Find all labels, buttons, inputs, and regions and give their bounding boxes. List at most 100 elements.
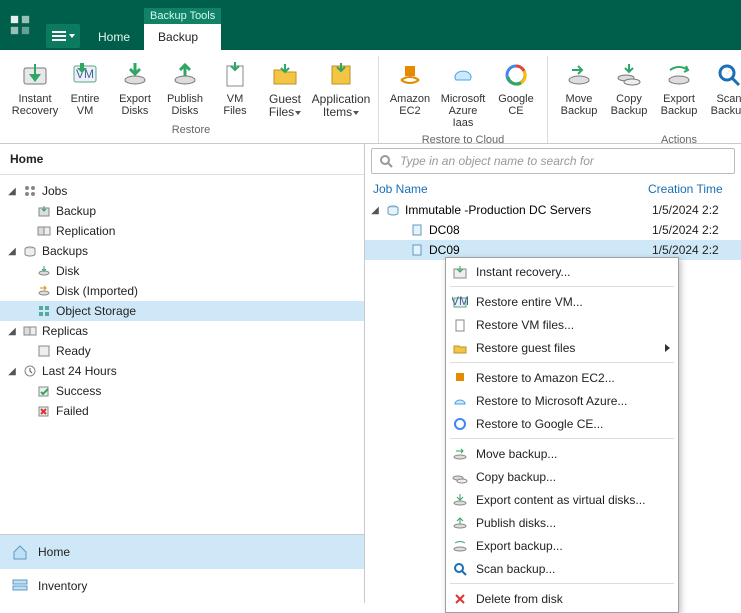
tree-node-last24[interactable]: ◢Last 24 Hours bbox=[0, 361, 364, 381]
instant-recovery-button[interactable]: Instant Recovery bbox=[10, 56, 60, 122]
entire-vm-button[interactable]: VMEntire VM bbox=[60, 56, 110, 122]
expander-icon[interactable]: ◢ bbox=[6, 326, 18, 337]
success-icon bbox=[36, 383, 52, 399]
publish-disks-button[interactable]: Publish Disks bbox=[160, 56, 210, 122]
ribbon-group-restore: Instant Recovery VMEntire VM Export Disk… bbox=[4, 56, 379, 143]
server-icon bbox=[409, 222, 425, 238]
cm-move-backup[interactable]: Move backup... bbox=[446, 442, 678, 465]
search-box[interactable] bbox=[371, 148, 735, 174]
cm-restore-google[interactable]: Restore to Google CE... bbox=[446, 412, 678, 435]
cm-scan-backup[interactable]: Scan backup... bbox=[446, 557, 678, 580]
bottom-nav: Home Inventory bbox=[0, 534, 364, 603]
application-items-button[interactable]: Application Items bbox=[310, 56, 372, 122]
left-pane-header: Home bbox=[0, 144, 364, 175]
tree-node-backups[interactable]: ◢Backups bbox=[0, 241, 364, 261]
app-items-icon bbox=[325, 59, 357, 91]
nav-label: Home bbox=[38, 545, 70, 559]
google-icon bbox=[450, 415, 470, 433]
aws-icon bbox=[450, 369, 470, 387]
ribbon-label: Publish Disks bbox=[167, 93, 203, 117]
cell-job-name: Immutable -Production DC Servers bbox=[405, 203, 591, 217]
cm-restore-azure[interactable]: Restore to Microsoft Azure... bbox=[446, 389, 678, 412]
menu-label: Scan backup... bbox=[476, 562, 670, 576]
ribbon-group-label: Restore bbox=[172, 122, 211, 140]
tree-node-backup[interactable]: ·Backup bbox=[0, 201, 364, 221]
tree-label: Disk bbox=[56, 264, 79, 278]
column-creation-time[interactable]: Creation Time bbox=[648, 182, 733, 196]
cm-copy-backup[interactable]: Copy backup... bbox=[446, 465, 678, 488]
disk-export-icon bbox=[119, 59, 151, 91]
disk-publish-icon bbox=[169, 59, 201, 91]
right-pane: Job Name Creation Time ◢ Immutable -Produ… bbox=[365, 144, 741, 603]
column-job-name[interactable]: Job Name bbox=[373, 182, 648, 196]
expander-icon[interactable]: ◢ bbox=[6, 186, 18, 197]
tree-node-replication[interactable]: ·Replication bbox=[0, 221, 364, 241]
expander-icon[interactable]: ◢ bbox=[6, 246, 18, 257]
tree-label: Replication bbox=[56, 224, 115, 238]
cm-restore-ec2[interactable]: Restore to Amazon EC2... bbox=[446, 366, 678, 389]
copy-icon bbox=[613, 59, 645, 91]
search-icon bbox=[378, 153, 394, 169]
ribbon-label: Export Disks bbox=[119, 93, 151, 117]
ribbon-label: Google CE bbox=[498, 93, 533, 117]
nav-inventory[interactable]: Inventory bbox=[0, 569, 364, 603]
scan-icon bbox=[713, 59, 741, 91]
expander-icon[interactable]: ◢ bbox=[6, 366, 18, 377]
expander-icon[interactable]: ◢ bbox=[369, 205, 381, 216]
move-icon bbox=[563, 59, 595, 91]
tree-node-disk[interactable]: ·Disk bbox=[0, 261, 364, 281]
backups-icon bbox=[22, 243, 38, 259]
move-backup-button[interactable]: Move Backup bbox=[554, 56, 604, 132]
guest-files-button[interactable]: Guest Files bbox=[260, 56, 310, 122]
submenu-arrow-icon bbox=[665, 344, 670, 352]
copy-backup-button[interactable]: Copy Backup bbox=[604, 56, 654, 132]
nav-home[interactable]: Home bbox=[0, 535, 364, 569]
ribbon-label: VM Files bbox=[223, 93, 246, 117]
grid-row-dc08[interactable]: ·DC08 1/5/2024 2:2 bbox=[365, 220, 741, 240]
hamburger-icon bbox=[52, 35, 66, 37]
tree-node-ready[interactable]: ·Ready bbox=[0, 341, 364, 361]
cm-instant-recovery[interactable]: Instant recovery... bbox=[446, 260, 678, 283]
cm-export-backup[interactable]: Export backup... bbox=[446, 534, 678, 557]
file-menu-button[interactable] bbox=[46, 24, 80, 48]
cm-delete-from-disk[interactable]: Delete from disk bbox=[446, 587, 678, 610]
tree-node-replicas[interactable]: ◢Replicas bbox=[0, 321, 364, 341]
grid-row-parent[interactable]: ◢Immutable -Production DC Servers 1/5/20… bbox=[365, 200, 741, 220]
cm-restore-vm-files[interactable]: Restore VM files... bbox=[446, 313, 678, 336]
tree-label: Object Storage bbox=[56, 304, 136, 318]
copy-icon bbox=[450, 468, 470, 486]
tab-home[interactable]: Home bbox=[84, 24, 144, 50]
export-backup-button[interactable]: Export Backup bbox=[654, 56, 704, 132]
tree-node-object-storage[interactable]: ·Object Storage bbox=[0, 301, 364, 321]
google-ce-button[interactable]: Google CE bbox=[491, 56, 541, 132]
ribbon-label: Guest Files bbox=[269, 93, 301, 119]
menu-label: Copy backup... bbox=[476, 470, 670, 484]
amazon-ec2-button[interactable]: Amazon EC2 bbox=[385, 56, 435, 132]
cm-export-virtual-disks[interactable]: Export content as virtual disks... bbox=[446, 488, 678, 511]
azure-button[interactable]: Microsoft Azure Iaas bbox=[435, 56, 491, 132]
export-disks-button[interactable]: Export Disks bbox=[110, 56, 160, 122]
cm-restore-guest-files[interactable]: Restore guest files bbox=[446, 336, 678, 359]
menu-separator bbox=[450, 362, 674, 363]
server-icon bbox=[409, 242, 425, 258]
cell-job-name: DC08 bbox=[429, 223, 460, 237]
tab-backup[interactable]: Backup bbox=[144, 24, 221, 50]
context-menu: Instant recovery... VMRestore entire VM.… bbox=[445, 257, 679, 613]
vm-files-button[interactable]: VM Files bbox=[210, 56, 260, 122]
cm-restore-entire-vm[interactable]: VMRestore entire VM... bbox=[446, 290, 678, 313]
tree-node-jobs[interactable]: ◢Jobs bbox=[0, 181, 364, 201]
ribbon-label: Export Backup bbox=[661, 93, 698, 117]
cell-job-name: DC09 bbox=[429, 243, 460, 257]
menu-label: Export content as virtual disks... bbox=[476, 493, 670, 507]
tree-node-disk-imported[interactable]: ·Disk (Imported) bbox=[0, 281, 364, 301]
tree-node-success[interactable]: ·Success bbox=[0, 381, 364, 401]
disk-export-icon bbox=[450, 491, 470, 509]
search-input[interactable] bbox=[400, 154, 728, 168]
chevron-down-icon bbox=[295, 111, 301, 115]
tree-node-failed[interactable]: ·Failed bbox=[0, 401, 364, 421]
backup-set-icon bbox=[385, 202, 401, 218]
export-icon bbox=[663, 59, 695, 91]
cm-publish-disks[interactable]: Publish disks... bbox=[446, 511, 678, 534]
scan-backup-button[interactable]: Scan Backup bbox=[704, 56, 741, 132]
nav-label: Inventory bbox=[38, 579, 87, 593]
